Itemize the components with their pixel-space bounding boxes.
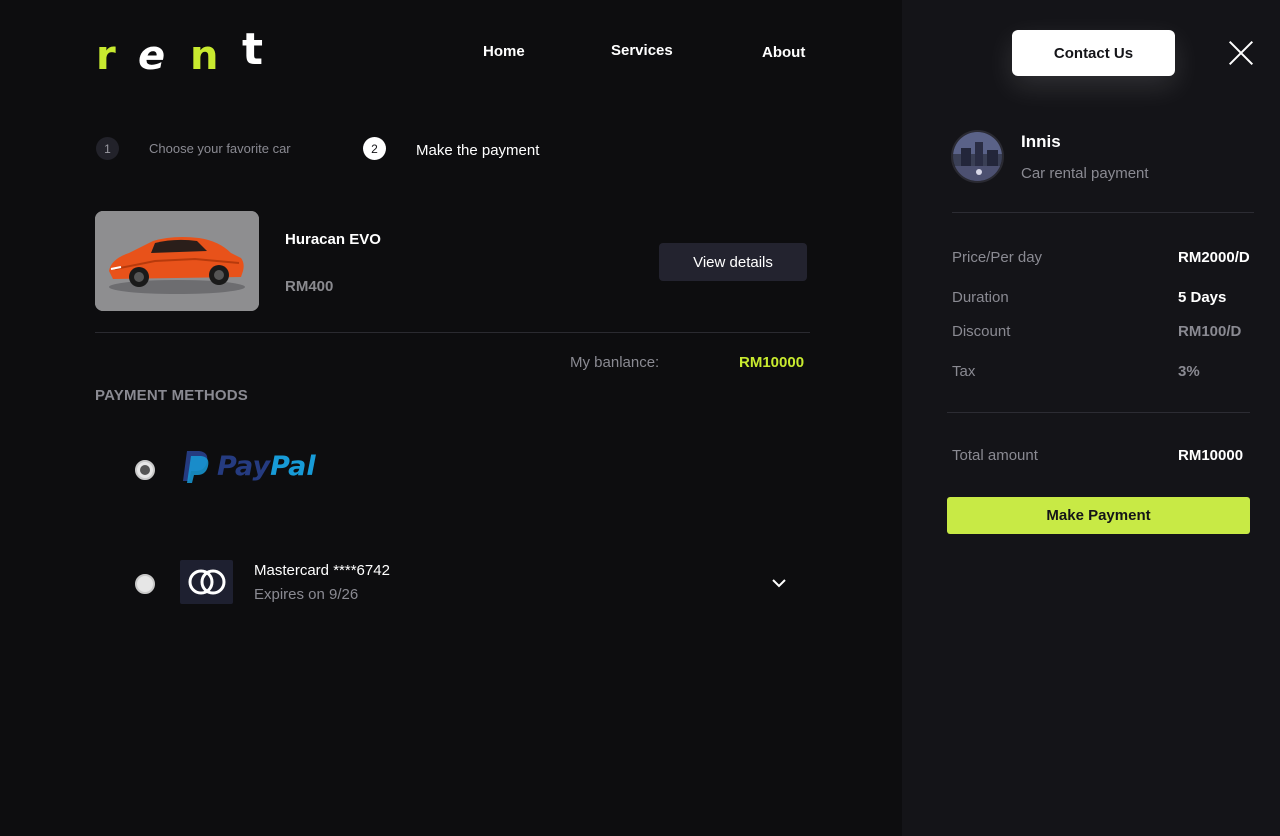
paypal-text-pay: Pay (217, 450, 271, 482)
make-payment-button[interactable]: Make Payment (947, 497, 1250, 534)
duration-label: Duration (952, 289, 1009, 306)
chevron-down-icon[interactable] (770, 576, 788, 590)
discount-value: RM100/D (1178, 323, 1242, 340)
price-per-day-value: RM2000/D (1178, 249, 1250, 266)
car-image (95, 211, 259, 311)
main-panel: r e n t Home Services About 1 Choose you… (0, 0, 902, 836)
step-number: 2 (363, 137, 386, 160)
user-name: Innis (1021, 132, 1061, 151)
tax-value: 3% (1178, 363, 1200, 380)
summary-panel (902, 0, 1280, 836)
logo-letter-n: n (190, 33, 219, 79)
total-amount-value: RM10000 (1178, 447, 1244, 464)
nav-home-link[interactable]: Home (483, 43, 525, 60)
logo-letter-e: e (138, 33, 166, 79)
mastercard-icon (180, 560, 233, 604)
car-name: Huracan EVO (285, 231, 381, 248)
logo-letter-r: r (96, 33, 116, 79)
close-icon[interactable] (1228, 40, 1254, 66)
total-amount-label: Total amount (952, 447, 1038, 464)
avatar (951, 130, 1004, 183)
mastercard-expiry: Expires on 9/26 (254, 586, 359, 603)
divider (95, 332, 810, 333)
car-price: RM400 (285, 278, 334, 295)
logo-letter-t: t (242, 24, 264, 75)
paypal-text-pal: Pal (270, 450, 316, 482)
view-details-button[interactable]: View details (659, 243, 807, 281)
user-subtitle: Car rental payment (1021, 165, 1149, 182)
contact-us-button[interactable]: Contact Us (1012, 30, 1175, 76)
price-per-day-label: Price/Per day (952, 249, 1043, 266)
discount-label: Discount (952, 323, 1011, 340)
divider (947, 412, 1250, 413)
mastercard-name: Mastercard ****6742 (254, 562, 390, 579)
paypal-logo (183, 451, 209, 483)
nav-about-link[interactable]: About (762, 44, 805, 61)
step-number: 1 (96, 137, 119, 160)
step-label: Make the payment (416, 142, 540, 159)
step-label: Choose your favorite car (149, 141, 291, 156)
mastercard-radio[interactable] (135, 574, 155, 594)
divider (952, 212, 1254, 213)
payment-methods-title: PAYMENT METHODS (95, 387, 249, 404)
balance-label: My banlance: (570, 354, 660, 371)
paypal-option[interactable]: PayPal (181, 449, 316, 483)
balance-value: RM10000 (739, 354, 805, 371)
paypal-radio[interactable] (135, 460, 155, 480)
duration-value: 5 Days (1178, 289, 1227, 306)
nav-services-link[interactable]: Services (611, 42, 673, 59)
tax-label: Tax (952, 363, 976, 380)
